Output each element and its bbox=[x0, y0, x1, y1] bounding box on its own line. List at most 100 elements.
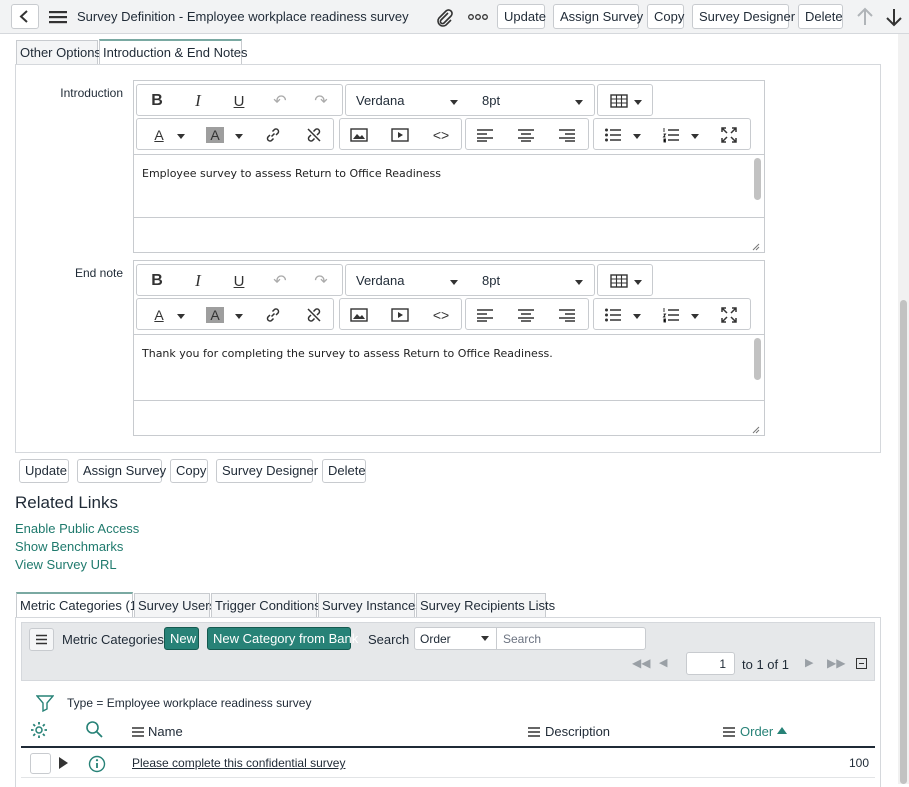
tab-introduction-end-notes[interactable]: Introduction & End Notes bbox=[99, 39, 248, 64]
back-button[interactable] bbox=[11, 4, 39, 29]
copy-button[interactable]: Copy bbox=[647, 4, 684, 29]
column-header-name[interactable]: Name bbox=[148, 724, 183, 739]
column-header-order[interactable]: Order bbox=[740, 724, 773, 739]
align-right-icon[interactable] bbox=[557, 305, 577, 325]
end-note-text: Thank you for completing the survey to a… bbox=[142, 347, 553, 360]
next-record-icon[interactable] bbox=[884, 7, 904, 27]
context-menu-icon[interactable] bbox=[48, 9, 68, 25]
tab-trigger-conditions[interactable]: Trigger Conditions bbox=[211, 593, 321, 617]
new-category-from-bank-button[interactable]: New Category from Bank bbox=[207, 627, 358, 650]
page-scroll-thumb[interactable] bbox=[900, 300, 907, 784]
image-icon[interactable] bbox=[349, 125, 369, 145]
italic-icon[interactable]: I bbox=[188, 91, 208, 111]
bold-icon[interactable]: B bbox=[147, 91, 167, 111]
italic-icon[interactable]: I bbox=[188, 271, 208, 291]
video-icon[interactable] bbox=[390, 305, 410, 325]
list-context-menu-button[interactable] bbox=[29, 628, 54, 651]
video-icon[interactable] bbox=[390, 125, 410, 145]
code-icon[interactable]: <> bbox=[431, 305, 451, 325]
code-icon[interactable]: <> bbox=[431, 125, 451, 145]
delete-button[interactable]: Delete bbox=[798, 4, 843, 29]
tab-metric-categories[interactable]: Metric Categories (1) bbox=[16, 592, 141, 617]
enable-public-access-link[interactable]: Enable Public Access bbox=[15, 521, 139, 536]
align-right-icon[interactable] bbox=[557, 125, 577, 145]
fullscreen-icon[interactable] bbox=[719, 125, 739, 145]
form-survey-designer-button[interactable]: Survey Designer bbox=[216, 459, 318, 483]
form-assign-survey-button[interactable]: Assign Survey bbox=[77, 459, 166, 483]
link-icon[interactable] bbox=[263, 125, 283, 145]
link-icon[interactable] bbox=[263, 305, 283, 325]
previous-record-icon[interactable] bbox=[855, 7, 875, 27]
search-input[interactable]: Search bbox=[496, 627, 646, 650]
tab-survey-instances[interactable]: Survey Instances bbox=[318, 593, 422, 617]
survey-designer-button[interactable]: Survey Designer bbox=[692, 4, 795, 29]
form-copy-button[interactable]: Copy bbox=[170, 459, 208, 483]
undo-icon[interactable]: ↶ bbox=[270, 91, 290, 111]
table-icon[interactable] bbox=[609, 91, 629, 111]
column-menu-icon[interactable] bbox=[132, 725, 144, 737]
align-left-icon[interactable] bbox=[475, 125, 495, 145]
previous-page-icon[interactable]: ◀ bbox=[659, 656, 667, 669]
introduction-text-area[interactable]: Employee survey to assess Return to Offi… bbox=[134, 154, 764, 218]
tab-survey-recipients-lists[interactable]: Survey Recipients Lists bbox=[416, 593, 555, 617]
redo-icon[interactable]: ↷ bbox=[311, 271, 331, 291]
paperclip-icon[interactable] bbox=[434, 7, 454, 27]
tab-other-options[interactable]: Other Options bbox=[16, 40, 101, 64]
update-button[interactable]: Update bbox=[497, 4, 546, 29]
background-color-icon[interactable]: A bbox=[206, 127, 224, 143]
filter-icon[interactable] bbox=[35, 694, 55, 713]
more-options-icon[interactable] bbox=[467, 10, 489, 24]
fullscreen-icon[interactable] bbox=[719, 305, 739, 325]
undo-icon[interactable]: ↶ bbox=[270, 271, 290, 291]
collapse-icon[interactable] bbox=[856, 658, 867, 669]
numbered-list-icon[interactable] bbox=[661, 305, 681, 325]
form-update-button[interactable]: Update bbox=[19, 459, 69, 483]
form-delete-button[interactable]: Delete bbox=[322, 459, 366, 483]
gear-icon[interactable] bbox=[30, 721, 48, 739]
row-checkbox[interactable] bbox=[30, 753, 51, 774]
column-menu-icon[interactable] bbox=[723, 725, 735, 737]
redo-icon[interactable]: ↷ bbox=[311, 91, 331, 111]
column-menu-icon[interactable] bbox=[528, 725, 540, 737]
resize-handle-icon[interactable] bbox=[750, 422, 760, 434]
background-color-icon[interactable]: A bbox=[206, 307, 224, 323]
font-family-select[interactable]: Verdana bbox=[356, 93, 404, 108]
text-color-icon[interactable]: A bbox=[149, 305, 169, 325]
info-icon[interactable] bbox=[88, 755, 106, 773]
tab-survey-users[interactable]: Survey Users bbox=[134, 593, 216, 617]
bold-icon[interactable]: B bbox=[147, 271, 167, 291]
unlink-icon[interactable] bbox=[304, 125, 324, 145]
align-left-icon[interactable] bbox=[475, 305, 495, 325]
underline-icon[interactable]: U bbox=[229, 91, 249, 111]
expand-row-icon[interactable] bbox=[59, 757, 68, 769]
page-number-input[interactable]: 1 bbox=[686, 652, 735, 675]
end-note-text-area[interactable]: Thank you for completing the survey to a… bbox=[134, 334, 764, 401]
last-page-icon[interactable]: ▶▶ bbox=[827, 656, 845, 670]
align-center-icon[interactable] bbox=[516, 305, 536, 325]
font-family-select[interactable]: Verdana bbox=[356, 273, 404, 288]
table-icon[interactable] bbox=[609, 271, 629, 291]
font-size-select[interactable]: 8pt bbox=[482, 273, 500, 288]
editor-scroll-thumb[interactable] bbox=[754, 158, 761, 200]
font-size-select[interactable]: 8pt bbox=[482, 93, 500, 108]
image-icon[interactable] bbox=[349, 305, 369, 325]
underline-icon[interactable]: U bbox=[229, 271, 249, 291]
first-page-icon[interactable]: ◀◀ bbox=[632, 656, 650, 670]
assign-survey-button[interactable]: Assign Survey bbox=[553, 4, 643, 29]
next-page-icon[interactable]: ▶ bbox=[805, 656, 813, 669]
editor-scroll-thumb[interactable] bbox=[754, 338, 761, 380]
column-header-description[interactable]: Description bbox=[545, 724, 610, 739]
search-icon[interactable] bbox=[85, 720, 103, 738]
row-name-link[interactable]: Please complete this confidential survey bbox=[132, 756, 345, 770]
numbered-list-icon[interactable] bbox=[661, 125, 681, 145]
bullet-list-icon[interactable] bbox=[603, 125, 623, 145]
bullet-list-icon[interactable] bbox=[603, 305, 623, 325]
new-button[interactable]: New bbox=[164, 627, 199, 650]
show-benchmarks-link[interactable]: Show Benchmarks bbox=[15, 539, 123, 554]
view-survey-url-link[interactable]: View Survey URL bbox=[15, 557, 117, 572]
search-field-select[interactable]: Order bbox=[414, 627, 497, 650]
align-center-icon[interactable] bbox=[516, 125, 536, 145]
resize-handle-icon[interactable] bbox=[750, 239, 760, 251]
text-color-icon[interactable]: A bbox=[149, 125, 169, 145]
unlink-icon[interactable] bbox=[304, 305, 324, 325]
